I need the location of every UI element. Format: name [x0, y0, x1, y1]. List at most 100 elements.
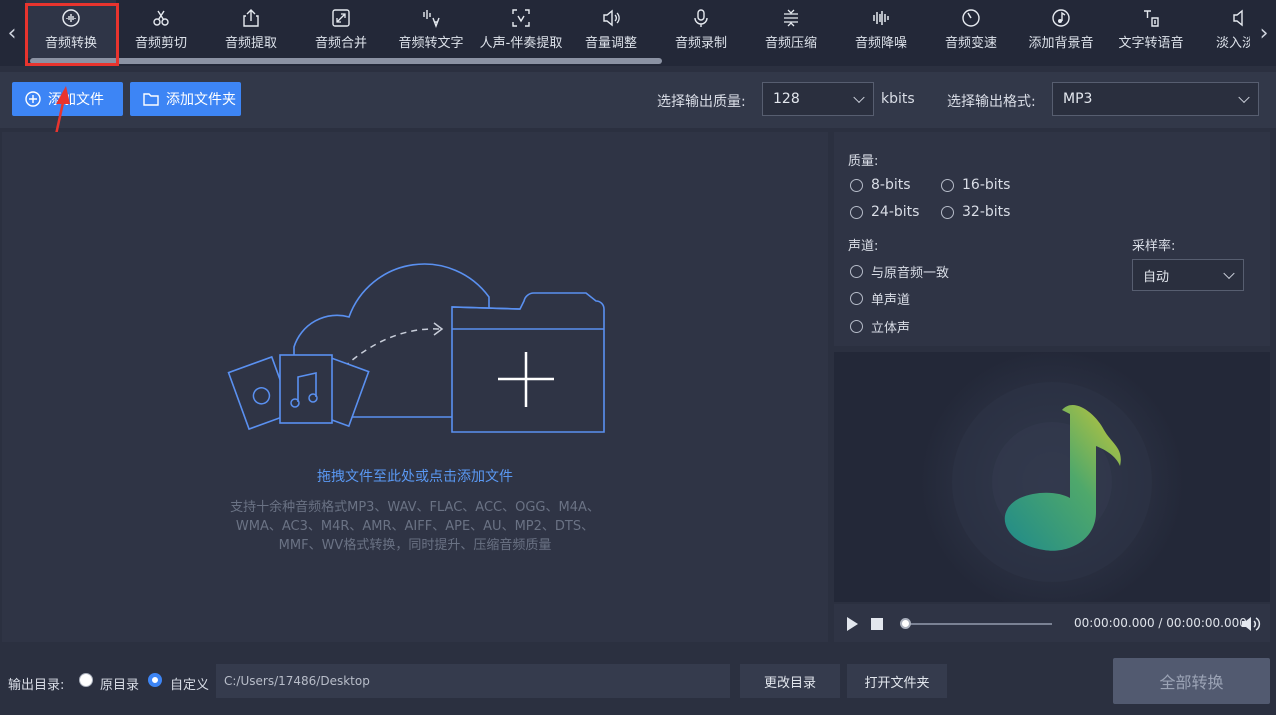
tool-label: 音量调整: [584, 36, 637, 51]
formats-line: 支持十余种音频格式MP3、WAV、FLAC、ACC、OGG、M4A、: [230, 500, 600, 515]
output-path-field[interactable]: C:/Users/17486/Desktop: [216, 664, 730, 698]
convert-all-button[interactable]: 全部转换: [1113, 658, 1270, 704]
fade-icon: [1233, 9, 1243, 27]
scissors-icon: [153, 10, 169, 26]
microphone-icon: [694, 9, 708, 27]
tool-text-to-speech[interactable]: 文字转语音: [1106, 0, 1196, 58]
radio-label: 立体声: [871, 321, 911, 336]
sample-rate-label: 采样率:: [1132, 239, 1176, 254]
open-folder-button[interactable]: 打开文件夹: [847, 664, 947, 698]
radio-circle: [941, 205, 954, 219]
tool-label: 文字转语音: [1118, 36, 1184, 51]
radio-channel-stereo[interactable]: 立体声: [850, 317, 910, 336]
radio-label: 8-bits: [871, 177, 911, 193]
tool-toolbar: ‹ 音频转换 音频剪切 音频提取 音频合并 音频转文字 人声-伴奏提取 音量调整: [0, 0, 1276, 66]
radio-8-bits[interactable]: 8-bits: [850, 177, 911, 193]
drop-illustration: [227, 263, 605, 433]
scroll-left-icon[interactable]: ‹: [2, 18, 22, 48]
tool-label: 音频提取: [224, 36, 277, 51]
radio-channel-original[interactable]: 与原音频一致: [850, 262, 949, 281]
tool-volume-adjust[interactable]: 音量调整: [566, 0, 656, 58]
sample-rate-select[interactable]: 自动: [1132, 259, 1244, 291]
radio-circle: [941, 178, 954, 192]
tool-label: 音频降噪: [854, 36, 907, 51]
drop-hint[interactable]: 拖拽文件至此处或点击添加文件: [2, 466, 828, 486]
radio-32-bits[interactable]: 32-bits: [941, 204, 1010, 220]
tool-audio-to-text[interactable]: 音频转文字: [386, 0, 476, 58]
progress-knob[interactable]: [900, 618, 911, 629]
supported-formats: 支持十余种音频格式MP3、WAV、FLAC、ACC、OGG、M4A、 WMA、A…: [202, 498, 628, 555]
volume-icon[interactable]: [1241, 615, 1261, 633]
tool-audio-compress[interactable]: 音频压缩: [746, 0, 836, 58]
formats-line: MMF、WV格式转换，同时提升、压缩音频质量: [278, 538, 552, 553]
change-dir-button[interactable]: 更改目录: [740, 664, 840, 698]
tool-label: 淡入淡: [1216, 36, 1250, 51]
quality-unit: kbits: [881, 91, 915, 107]
radio-label: 单声道: [871, 293, 911, 308]
voice-extract-icon: [512, 9, 530, 27]
active-tool-highlight: [25, 3, 119, 66]
export-icon: [243, 9, 259, 27]
quality-select[interactable]: 128: [762, 82, 874, 116]
file-drop-area[interactable]: 拖拽文件至此处或点击添加文件 支持十余种音频格式MP3、WAV、FLAC、ACC…: [2, 132, 828, 642]
tool-label: 音频变速: [944, 36, 997, 51]
progress-track[interactable]: [904, 623, 1052, 625]
action-bar: 添加文件 添加文件夹 选择输出质量: 128 kbits 选择输出格式: MP3: [0, 72, 1276, 128]
tool-label: 人声-伴奏提取: [479, 36, 563, 51]
sample-rate-value: 自动: [1143, 269, 1170, 285]
background-music-icon: [1052, 9, 1070, 27]
radio-original-dir[interactable]: [79, 673, 93, 687]
playback-time: 00:00:00.000 / 00:00:00.000: [1074, 616, 1247, 630]
tool-label: 音频合并: [314, 36, 367, 51]
chevron-down-icon: [1238, 91, 1250, 104]
formats-line: WMA、AC3、M4R、AMR、AIFF、APE、AU、MP2、DTS、: [235, 519, 595, 534]
tool-audio-denoise[interactable]: 音频降噪: [836, 0, 926, 58]
settings-panel: 质量: 8-bits 16-bits 24-bits 32-bits 声道: 与…: [834, 132, 1270, 346]
format-select[interactable]: MP3: [1052, 82, 1259, 116]
radio-label: 24-bits: [871, 204, 920, 220]
radio-label: 与原音频一致: [871, 266, 950, 281]
preview-panel: [834, 352, 1270, 602]
toolbar-scrollbar[interactable]: [30, 58, 662, 64]
original-dir-label: 原目录: [100, 678, 140, 693]
scroll-right-icon[interactable]: ›: [1254, 18, 1274, 48]
text-to-speech-icon: [1144, 10, 1159, 27]
chevron-down-icon: [1223, 267, 1235, 280]
tool-fade[interactable]: 淡入淡: [1196, 0, 1250, 58]
tool-label: 音频录制: [674, 36, 727, 51]
radio-channel-mono[interactable]: 单声道: [850, 289, 910, 308]
tool-voice-extract[interactable]: 人声-伴奏提取: [476, 0, 566, 58]
radio-16-bits[interactable]: 16-bits: [941, 177, 1010, 193]
tool-label: 音频剪切: [134, 36, 187, 51]
output-quality-label: 选择输出质量:: [657, 94, 746, 110]
radio-circle: [850, 320, 863, 333]
tool-label: 添加背景音: [1028, 36, 1094, 51]
stop-icon[interactable]: [870, 617, 884, 631]
music-note-artwork: [920, 352, 1184, 602]
tool-audio-cut[interactable]: 音频剪切: [116, 0, 206, 58]
merge-icon: [332, 9, 350, 27]
speed-icon: [962, 9, 980, 27]
tool-audio-speed[interactable]: 音频变速: [926, 0, 1016, 58]
add-folder-button[interactable]: 添加文件夹: [130, 82, 241, 116]
output-dir-label: 输出目录:: [8, 678, 65, 693]
radio-custom-dir[interactable]: [148, 673, 162, 687]
tool-label: 音频转文字: [398, 36, 464, 51]
play-icon[interactable]: [844, 616, 860, 632]
folder-icon: [143, 93, 159, 106]
chevron-down-icon: [853, 91, 865, 104]
custom-dir-label: 自定义: [170, 678, 210, 693]
radio-circle: [850, 205, 863, 219]
volume-icon: [603, 9, 620, 27]
tool-audio-extract[interactable]: 音频提取: [206, 0, 296, 58]
radio-24-bits[interactable]: 24-bits: [850, 204, 919, 220]
tool-audio-merge[interactable]: 音频合并: [296, 0, 386, 58]
tool-label: 音频压缩: [764, 36, 817, 51]
audio-to-text-icon: [423, 10, 440, 28]
channel-section-label: 声道:: [848, 239, 879, 254]
tool-add-background[interactable]: 添加背景音: [1016, 0, 1106, 58]
tool-audio-record[interactable]: 音频录制: [656, 0, 746, 58]
bottom-bar: 输出目录: 原目录 自定义 C:/Users/17486/Desktop 更改目…: [0, 648, 1276, 715]
denoise-icon: [873, 11, 889, 25]
output-format-label: 选择输出格式:: [947, 94, 1036, 110]
